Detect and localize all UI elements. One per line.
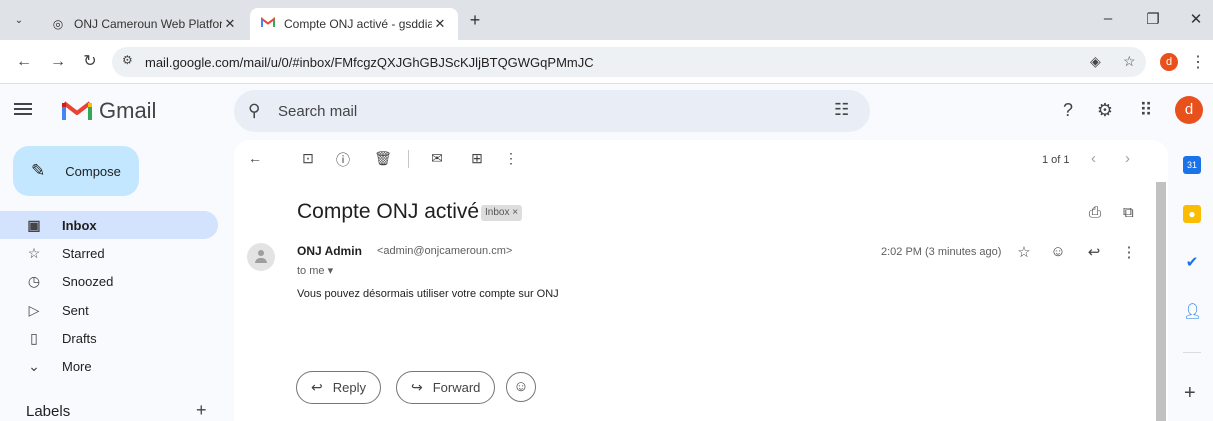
- close-icon[interactable]: ✕: [222, 16, 238, 32]
- more-options-icon[interactable]: ⋮: [1120, 243, 1138, 261]
- sidebar-item-label: Snoozed: [62, 273, 114, 289]
- pagination-text: 1 of 1: [1042, 154, 1070, 166]
- tasks-icon[interactable]: ✔: [1183, 254, 1201, 272]
- browser-profile-avatar[interactable]: d: [1160, 53, 1178, 71]
- message-subject: Compte ONJ activé: [297, 200, 480, 223]
- browser-toolbar: ← → ↻ ⚙ mail.google.com/mail/u/0/#inbox/…: [0, 40, 1213, 84]
- add-label-icon[interactable]: +: [196, 400, 207, 421]
- keep-icon[interactable]: ●: [1183, 205, 1201, 223]
- forward-label: Forward: [432, 380, 481, 395]
- restore-icon[interactable]: ❐: [1143, 10, 1163, 28]
- emoji-react-icon[interactable]: ☺: [1049, 243, 1067, 260]
- compose-label: Compose: [65, 163, 121, 179]
- search-icon[interactable]: ⚲: [248, 101, 260, 121]
- browser-tab-strip: ⌄ ◎ ONJ Cameroun Web Platform ✕ Compte O…: [0, 0, 1213, 40]
- archive-icon[interactable]: ⊡: [299, 150, 317, 167]
- sender-name: ONJ Admin: [297, 244, 362, 258]
- account-avatar[interactable]: d: [1175, 96, 1203, 124]
- main-menu-icon[interactable]: [14, 100, 34, 120]
- site-info-icon[interactable]: ⚙: [122, 53, 133, 67]
- search-bar: ⚲ ☷: [234, 90, 870, 132]
- sidebar-item-more[interactable]: ⌄ More: [0, 352, 218, 380]
- browser-menu-icon[interactable]: ⋮: [1190, 52, 1206, 72]
- browser-tab-gmail[interactable]: Compte ONJ activé - gsddialyj@ ✕: [250, 8, 458, 40]
- message-body: Vous pouvez désormais utiliser votre com…: [297, 288, 559, 300]
- pencil-icon: ✎: [31, 161, 46, 180]
- search-options-icon[interactable]: ☷: [834, 100, 849, 120]
- message-time: 2:02 PM (3 minutes ago): [881, 246, 1002, 258]
- print-icon[interactable]: ⎙: [1089, 204, 1101, 221]
- gmail-icon: [260, 17, 276, 31]
- message-panel: ← ⊡ ⓘ 🗑︎ ✉ ⊞ ⋮ 1 of 1 ‹ › Compte ONJ act…: [234, 140, 1168, 421]
- report-spam-icon[interactable]: ⓘ: [334, 150, 352, 170]
- rail-divider: [1183, 352, 1201, 353]
- draft-icon: ▯: [30, 329, 38, 346]
- window-close-icon[interactable]: ✕: [1186, 10, 1206, 28]
- sidebar-item-inbox[interactable]: ▣ Inbox: [0, 211, 218, 239]
- tab-title: Compte ONJ activé - gsddialyj@: [284, 17, 432, 31]
- inbox-icon: ▣: [27, 216, 41, 233]
- reply-icon[interactable]: ↩: [1085, 243, 1103, 261]
- reply-button[interactable]: ↩ Reply: [296, 371, 381, 404]
- sidebar-item-snoozed[interactable]: ◷ Snoozed: [0, 267, 218, 295]
- sidebar-item-label: Starred: [62, 245, 105, 261]
- gear-icon[interactable]: ⚙: [1093, 100, 1117, 121]
- compose-button[interactable]: ✎ Compose: [13, 146, 139, 196]
- sidebar-item-drafts[interactable]: ▯ Drafts: [0, 324, 218, 352]
- address-bar[interactable]: ⚙ mail.google.com/mail/u/0/#inbox/FMfcgz…: [112, 47, 1146, 77]
- toolbar-divider: [408, 150, 409, 168]
- close-icon[interactable]: ✕: [432, 16, 448, 32]
- recipient-details[interactable]: to me ▾: [297, 264, 333, 277]
- get-addons-icon[interactable]: +: [1184, 382, 1196, 405]
- globe-icon: ◎: [52, 17, 64, 31]
- delete-icon[interactable]: 🗑︎: [374, 150, 392, 167]
- help-icon[interactable]: ?: [1056, 100, 1080, 121]
- emoji-reaction-button[interactable]: ☺: [506, 372, 536, 402]
- url-text: mail.google.com/mail/u/0/#inbox/FMfcgzQX…: [145, 55, 594, 70]
- forward-button[interactable]: ↪ Forward: [396, 371, 496, 404]
- open-new-window-icon[interactable]: ⧉: [1123, 204, 1134, 221]
- bookmark-star-icon[interactable]: ☆: [1123, 53, 1136, 70]
- sidebar-item-label: Drafts: [62, 330, 97, 346]
- search-input[interactable]: [278, 94, 818, 128]
- sidebar-item-sent[interactable]: ▷ Sent: [0, 296, 218, 324]
- sidebar-item-label: More: [62, 358, 92, 374]
- gmail-wordmark[interactable]: Gmail: [99, 98, 156, 124]
- chevron-down-icon: ⌄: [28, 357, 40, 374]
- star-icon[interactable]: ☆: [1015, 243, 1033, 261]
- clock-icon: ◷: [27, 272, 41, 289]
- browser-tab-onj[interactable]: ◎ ONJ Cameroun Web Platform ✕: [40, 8, 248, 40]
- sidebar-item-label: Sent: [62, 302, 89, 318]
- apps-grid-icon[interactable]: ⠿: [1134, 100, 1158, 121]
- calendar-icon[interactable]: 31: [1183, 156, 1201, 174]
- minimize-icon[interactable]: –: [1098, 10, 1118, 27]
- extension-icon[interactable]: ◈: [1090, 53, 1101, 70]
- forward-icon: ↪: [411, 379, 423, 395]
- inbox-label-chip[interactable]: Inbox ×: [481, 205, 523, 221]
- reload-icon[interactable]: ↻: [80, 52, 100, 72]
- more-options-icon[interactable]: ⋮: [502, 150, 520, 167]
- mark-unread-icon[interactable]: ✉: [428, 150, 446, 167]
- send-icon: ▷: [28, 301, 40, 318]
- sender-avatar: [247, 243, 275, 271]
- scrollbar[interactable]: [1156, 182, 1166, 421]
- back-to-inbox-icon[interactable]: ←: [246, 150, 264, 166]
- labels-heading: Labels: [26, 403, 71, 420]
- new-tab-button[interactable]: +: [464, 9, 486, 31]
- move-to-icon[interactable]: ⊞: [468, 150, 486, 167]
- reply-label: Reply: [332, 380, 366, 395]
- tab-title: ONJ Cameroun Web Platform: [74, 17, 222, 31]
- older-icon[interactable]: ›: [1125, 150, 1130, 167]
- newer-icon[interactable]: ‹: [1091, 150, 1096, 167]
- reply-icon: ↩: [311, 379, 323, 395]
- sender-email: <admin@onjcameroun.cm>: [377, 245, 513, 257]
- tab-search-chevron-icon[interactable]: ⌄: [8, 9, 30, 31]
- gmail-logo-icon[interactable]: [62, 99, 92, 121]
- star-icon: ☆: [27, 244, 41, 261]
- back-icon[interactable]: ←: [14, 52, 34, 72]
- sidebar-item-starred[interactable]: ☆ Starred: [0, 239, 218, 267]
- sidebar-item-label: Inbox: [62, 217, 97, 233]
- contacts-icon[interactable]: 👤︎: [1183, 303, 1202, 321]
- forward-icon[interactable]: →: [48, 52, 68, 72]
